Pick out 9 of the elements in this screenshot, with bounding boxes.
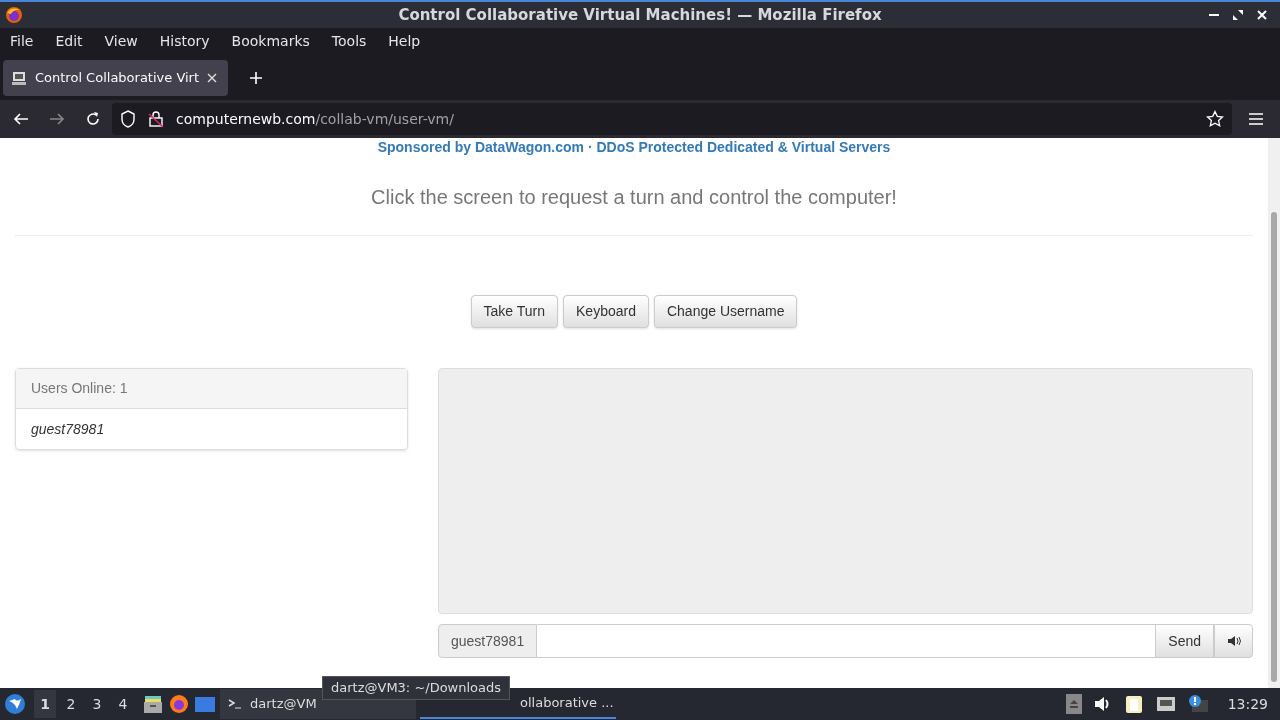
panel-heading: Users Online: 1	[31, 379, 128, 398]
tooltip: dartz@VM3: ~/Downloads	[322, 676, 511, 700]
instruction-text: Click the screen to request a turn and control the computer!	[371, 186, 897, 208]
window-title: Control Collaborative Virtual Machines! — Mozilla Firefox	[398, 5, 882, 24]
url-text: computernewb.com/collab-vm/user-vm/	[176, 109, 454, 129]
tab-title: Control Collaborative Virt	[35, 68, 200, 87]
clock-text: 13:29	[1227, 694, 1268, 714]
user-name: guest78981	[31, 419, 105, 439]
username-label: guest78981	[438, 624, 538, 658]
